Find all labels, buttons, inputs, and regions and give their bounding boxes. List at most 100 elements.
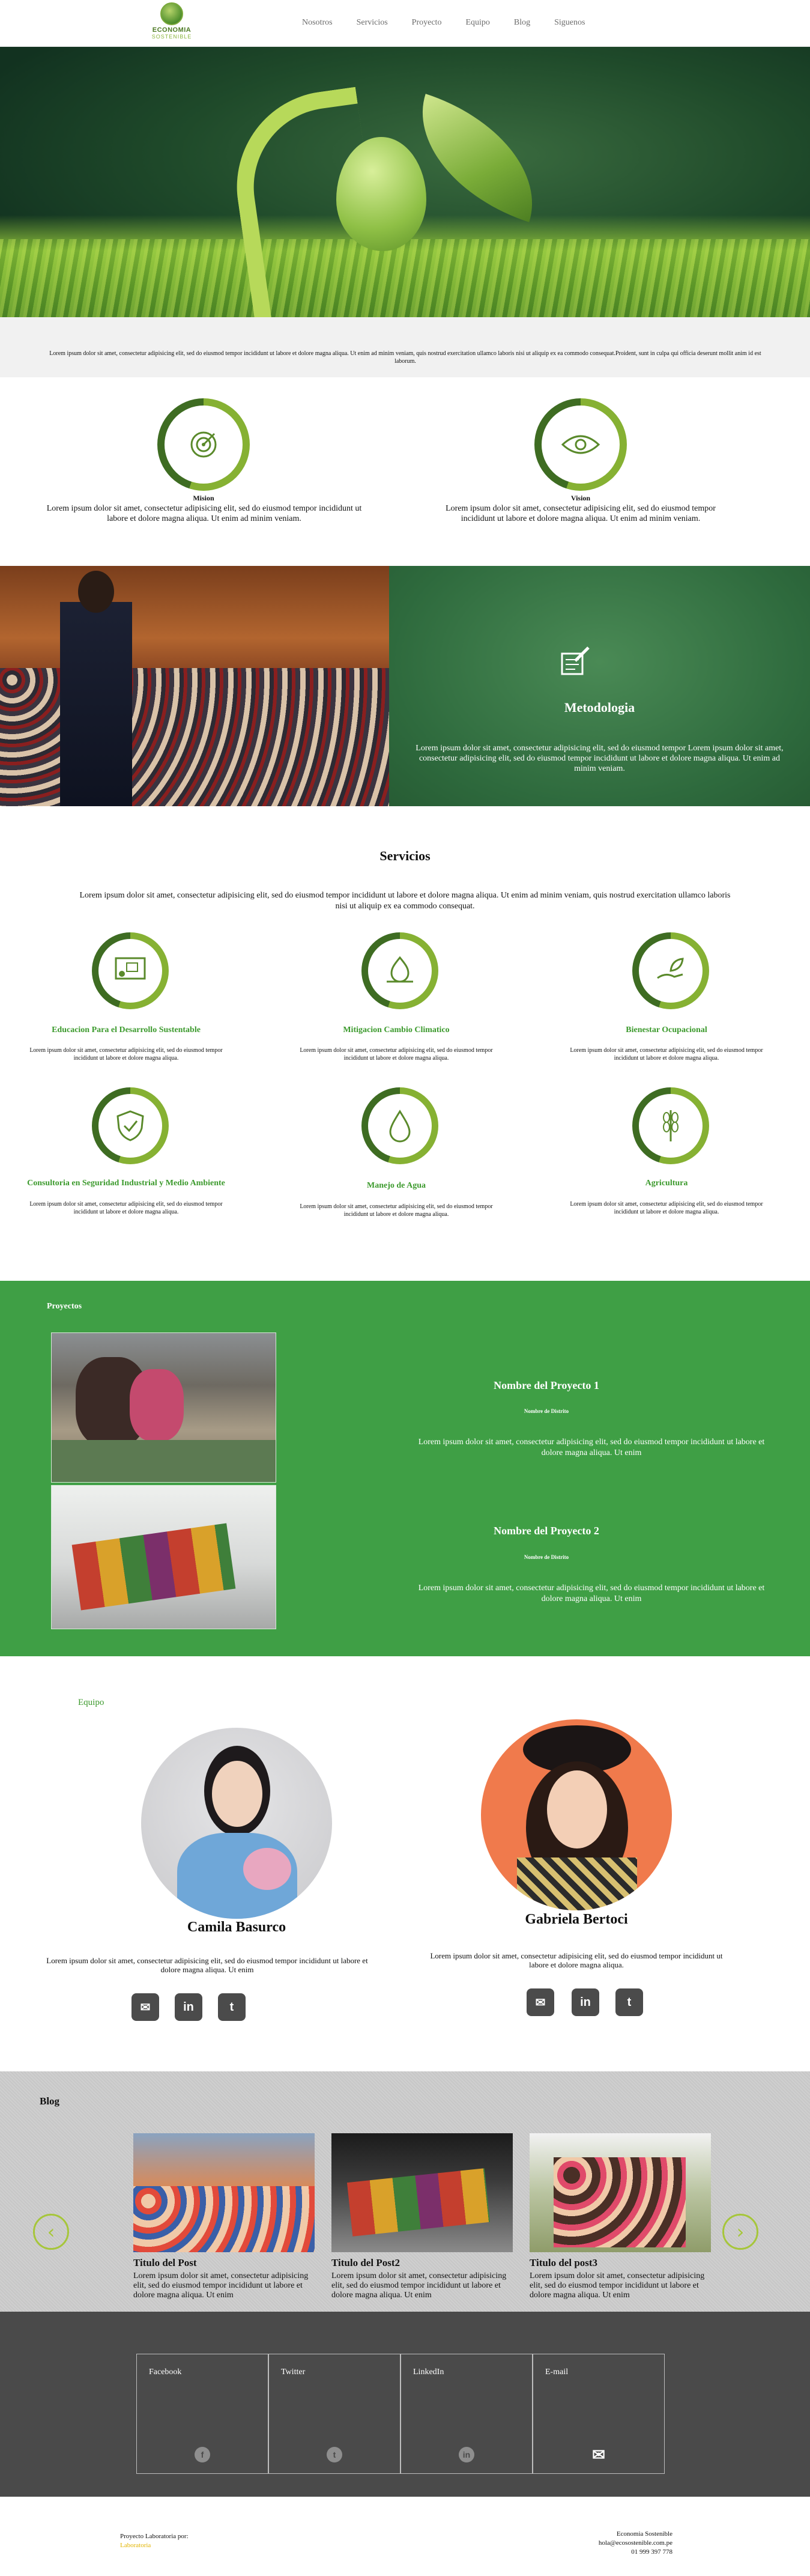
- nav-equipo[interactable]: Equipo: [465, 18, 489, 28]
- linkedin-box[interactable]: LinkedIn in: [400, 2354, 533, 2474]
- facebook-box[interactable]: Facebook f: [136, 2354, 268, 2474]
- twitter-box[interactable]: Twitter t: [268, 2354, 400, 2474]
- project-text-2: Lorem ipsum dolor sit amet, consectetur …: [418, 1584, 765, 1603]
- prev-arrow-icon[interactable]: ‹: [33, 2214, 69, 2250]
- project-photo-2: [51, 1485, 276, 1629]
- service-title-4: Consultoria en Seguridad Industrial y Me…: [27, 1179, 225, 1188]
- post-image-3[interactable]: [530, 2133, 711, 2252]
- mail-icon[interactable]: ✉: [131, 1993, 159, 2021]
- linkedin-icon[interactable]: in: [459, 2447, 474, 2462]
- post-title-3[interactable]: Titulo del post3: [530, 2257, 597, 2269]
- avatar-gabriela: [481, 1719, 672, 1910]
- post-image-2[interactable]: [331, 2133, 513, 2252]
- vision-title: Vision: [570, 494, 591, 502]
- proyectos-title: Proyectos: [47, 1302, 82, 1311]
- recycle-icon: [361, 932, 438, 1009]
- service-ring-5: [361, 1087, 438, 1164]
- conference-photo: [0, 566, 389, 806]
- metodologia-text: Lorem ipsum dolor sit amet, consectetur …: [416, 744, 784, 773]
- service-title-5: Manejo de Agua: [367, 1181, 426, 1190]
- service-text-3: Lorem ipsum dolor sit amet, consectetur …: [570, 1047, 763, 1062]
- service-title-3: Bienestar Ocupacional: [626, 1025, 707, 1034]
- nav-siguenos[interactable]: Siguenos: [554, 18, 585, 28]
- linkedin-icon[interactable]: in: [572, 1988, 599, 2016]
- audience: [0, 668, 389, 806]
- project-photo-1: [51, 1332, 276, 1483]
- hero-grass: [0, 239, 810, 317]
- post-text-1: Lorem ipsum dolor sit amet, consectetur …: [133, 2271, 309, 2300]
- email-envelope-icon[interactable]: ✉: [591, 2446, 606, 2464]
- nav-proyecto[interactable]: Proyecto: [412, 18, 442, 28]
- post-text-3: Lorem ipsum dolor sit amet, consectetur …: [530, 2271, 705, 2300]
- vision-ring: [534, 398, 627, 491]
- footer-credit: Proyecto Laboratoria por:: [120, 2533, 189, 2540]
- water-drop-icon: [361, 1087, 438, 1164]
- main-nav: Nosotros Servicios Proyecto Equipo Blog …: [302, 18, 609, 28]
- logo[interactable]: ECONOMIA SOSTENIBLE: [148, 2, 196, 43]
- speaker-head: [78, 571, 114, 613]
- presentation-icon: [92, 932, 169, 1009]
- avatar-camila: [141, 1728, 332, 1919]
- target-icon: [157, 398, 250, 491]
- mission-title: Mision: [193, 494, 214, 502]
- mission-text: Lorem ipsum dolor sit amet, consectetur …: [46, 504, 362, 523]
- next-arrow-icon[interactable]: ›: [722, 2214, 758, 2250]
- eye-icon: [534, 398, 627, 491]
- member-name-2: Gabriela Bertoci: [525, 1912, 628, 1927]
- servicios-title: Servicios: [379, 848, 431, 863]
- nav-nosotros[interactable]: Nosotros: [302, 18, 333, 28]
- post-text-2: Lorem ipsum dolor sit amet, consectetur …: [331, 2271, 507, 2300]
- mission-ring: [157, 398, 250, 491]
- project-text-1: Lorem ipsum dolor sit amet, consectetur …: [418, 1438, 765, 1457]
- social-band: Facebook f Twitter t LinkedIn in E-mail …: [0, 2312, 810, 2497]
- logo-subtitle: SOSTENIBLE: [151, 34, 192, 40]
- twitter-icon[interactable]: t: [615, 1988, 643, 2016]
- mail-icon[interactable]: ✉: [527, 1988, 554, 2016]
- service-text-2: Lorem ipsum dolor sit amet, consectetur …: [300, 1047, 493, 1062]
- service-text-6: Lorem ipsum dolor sit amet, consectetur …: [570, 1201, 763, 1215]
- post-title-1[interactable]: Titulo del Post: [133, 2257, 196, 2269]
- facebook-label: Facebook: [149, 2368, 182, 2377]
- post-title-2[interactable]: Titulo del Post2: [331, 2257, 400, 2269]
- sprout-seed: [336, 137, 426, 251]
- twitter-icon[interactable]: t: [218, 1993, 246, 2021]
- email-label: E-mail: [545, 2368, 569, 2377]
- service-ring-3: [632, 932, 709, 1009]
- nav-servicios[interactable]: Servicios: [357, 18, 388, 28]
- footer-contact: Economia Sostenible hola@ecosostenible.c…: [594, 2530, 672, 2557]
- notebook-pencil-icon: [557, 643, 593, 679]
- service-text-1: Lorem ipsum dolor sit amet, consectetur …: [29, 1047, 223, 1062]
- facebook-icon[interactable]: f: [195, 2447, 210, 2462]
- project-district-2: Nombre de Distrito: [524, 1554, 569, 1560]
- metodologia-title: Metodologia: [564, 700, 635, 715]
- service-text-4: Lorem ipsum dolor sit amet, consectetur …: [29, 1201, 223, 1215]
- twitter-icon[interactable]: t: [327, 2447, 342, 2462]
- service-ring-6: [632, 1087, 709, 1164]
- servicios-intro: Lorem ipsum dolor sit amet, consectetur …: [79, 891, 731, 911]
- service-ring-4: [92, 1087, 169, 1164]
- service-title-2: Mitigacion Cambio Climatico: [343, 1025, 450, 1034]
- service-ring-1: [92, 932, 169, 1009]
- post-image-1[interactable]: [133, 2133, 315, 2252]
- member-name-1: Camila Basurco: [187, 1919, 286, 1935]
- footer-email[interactable]: hola@ecosostenible.com.pe: [594, 2539, 672, 2548]
- site-header: ECONOMIA SOSTENIBLE Nosotros Servicios P…: [0, 0, 810, 47]
- project-name-1: Nombre del Proyecto 1: [494, 1379, 599, 1391]
- intro-band: Lorem ipsum dolor sit amet, consectetur …: [0, 317, 810, 377]
- intro-text: Lorem ipsum dolor sit amet, consectetur …: [49, 350, 761, 365]
- email-box[interactable]: E-mail ✉: [533, 2354, 665, 2474]
- blog-title: Blog: [40, 2095, 60, 2107]
- service-title-1: Educacion Para el Desarrollo Sustentable: [52, 1025, 201, 1034]
- project-district-1: Nombre de Distrito: [524, 1408, 569, 1414]
- globe-logo-icon: [160, 2, 183, 25]
- member-text-2: Lorem ipsum dolor sit amet, consectetur …: [430, 1951, 723, 1969]
- footer-company: Economia Sostenible: [616, 2530, 672, 2538]
- footer-credit-link[interactable]: Laboratoria: [120, 2542, 151, 2549]
- hand-leaf-icon: [632, 932, 709, 1009]
- project-name-2: Nombre del Proyecto 2: [494, 1525, 599, 1537]
- equipo-title: Equipo: [78, 1698, 104, 1707]
- linkedin-icon[interactable]: in: [175, 1993, 202, 2021]
- shield-check-icon: [92, 1087, 169, 1164]
- site-footer: Proyecto Laboratoria por: Laboratoria Ec…: [0, 2497, 810, 2576]
- nav-blog[interactable]: Blog: [514, 18, 530, 28]
